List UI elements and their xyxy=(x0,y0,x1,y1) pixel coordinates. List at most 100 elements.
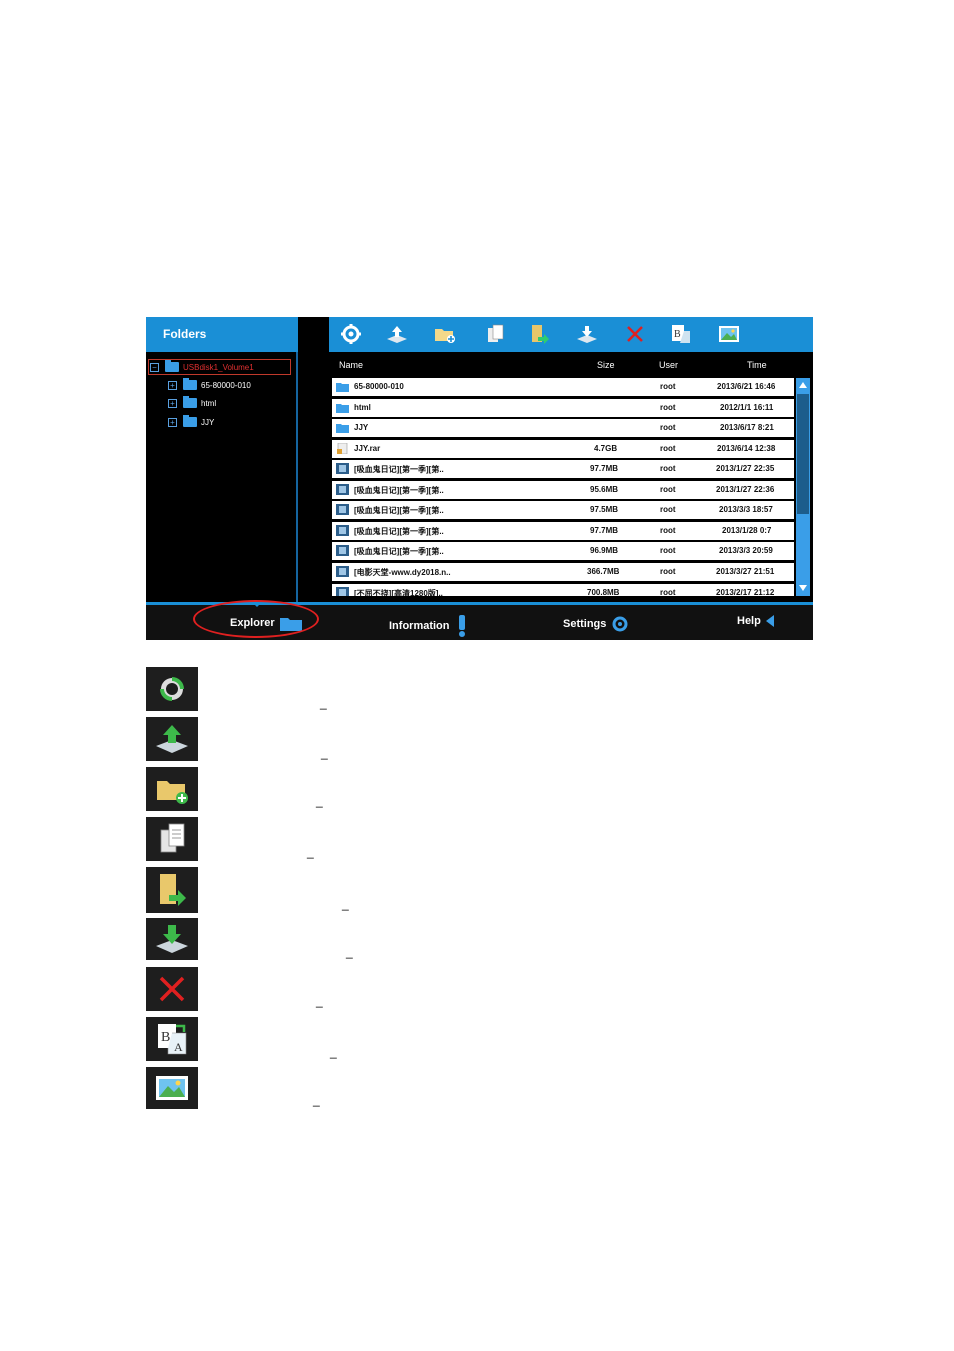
expand-icon[interactable]: + xyxy=(168,380,177,390)
nav-help-label: Help xyxy=(737,615,761,627)
table-row[interactable]: [吸血鬼日记][第一季][第.. 97.5MB root 2013/3/3 18… xyxy=(332,501,794,519)
toolbar: B xyxy=(329,317,813,352)
vertical-scrollbar[interactable] xyxy=(796,378,810,596)
tree-item-label: html xyxy=(201,398,217,408)
nav-information[interactable]: Information xyxy=(389,615,466,637)
nav-help[interactable]: Help xyxy=(737,615,774,627)
table-row[interactable]: JJY root 2013/6/17 8:21 xyxy=(332,419,794,437)
tree-item-jjy[interactable]: + JJY xyxy=(168,414,214,430)
nav-settings[interactable]: Settings xyxy=(563,615,629,633)
table-row[interactable]: [不屈不挠][高清1280版].. 700.8MB root 2013/2/17… xyxy=(332,584,794,596)
column-user[interactable]: User xyxy=(659,360,678,370)
file-name: html xyxy=(354,403,371,412)
file-time: 2013/3/3 20:59 xyxy=(719,546,773,555)
file-name: [吸血鬼日记][第一季][第.. xyxy=(354,486,444,495)
video-file-icon xyxy=(336,504,349,515)
table-row[interactable]: JJY.rar 4.7GB root 2013/6/14 12:38 xyxy=(332,440,794,458)
video-file-icon xyxy=(336,484,349,495)
table-row[interactable]: 65-80000-010 root 2013/6/21 16:46 xyxy=(332,378,794,396)
expand-icon[interactable]: + xyxy=(168,417,177,427)
legend-new-folder-icon xyxy=(146,767,198,811)
file-user: root xyxy=(660,464,676,473)
file-user: root xyxy=(660,588,676,596)
file-time: 2013/1/27 22:36 xyxy=(716,485,775,494)
file-time: 2012/1/1 16:11 xyxy=(720,403,774,412)
delete-icon[interactable] xyxy=(623,323,647,345)
table-row[interactable]: [吸血鬼日记][第一季][第.. 96.9MB root 2013/3/3 20… xyxy=(332,542,794,560)
tree-item-root[interactable]: − USBdisk1_Volume1 xyxy=(148,359,291,375)
video-file-icon xyxy=(336,566,349,577)
legend-preview-icon xyxy=(146,1067,198,1109)
file-size: 96.9MB xyxy=(590,546,619,555)
file-time: 2013/6/17 8:21 xyxy=(720,423,774,432)
file-time: 2013/6/14 12:38 xyxy=(717,444,776,453)
folder-icon xyxy=(183,415,197,427)
file-size: 700.8MB xyxy=(587,588,620,596)
file-user: root xyxy=(660,526,676,535)
legend-dash: _ xyxy=(320,696,327,710)
archive-icon xyxy=(337,443,348,454)
column-time[interactable]: Time xyxy=(747,360,767,370)
table-row[interactable]: [吸血鬼日记][第一季][第.. 97.7MB root 2013/1/27 2… xyxy=(332,460,794,478)
legend-dash: _ xyxy=(330,1045,337,1059)
file-name: [吸血鬼日记][第一季][第.. xyxy=(354,465,444,474)
scrollbar-thumb[interactable] xyxy=(797,394,809,514)
expand-icon[interactable]: + xyxy=(168,398,177,408)
folder-icon xyxy=(336,383,349,392)
rename-icon[interactable]: B xyxy=(669,323,693,345)
file-name: 65-80000-010 xyxy=(354,382,404,391)
svg-text:B: B xyxy=(674,329,681,340)
scroll-up-icon[interactable] xyxy=(799,382,807,388)
refresh-icon[interactable] xyxy=(339,323,363,345)
video-file-icon xyxy=(336,463,349,474)
nav-settings-label: Settings xyxy=(563,618,607,630)
folder-tree: − USBdisk1_Volume1 + 65-80000-010 + html… xyxy=(146,352,298,602)
file-user: root xyxy=(660,567,676,576)
column-name[interactable]: Name xyxy=(339,360,363,370)
column-size[interactable]: Size xyxy=(597,360,615,370)
legend-dash: _ xyxy=(316,794,323,808)
tree-item-label: 65-80000-010 xyxy=(201,380,251,390)
file-user: root xyxy=(660,382,676,391)
file-name: [吸血鬼日记][第一季][第.. xyxy=(354,547,444,556)
file-name: JJY xyxy=(354,423,369,432)
tree-item-label: USBdisk1_Volume1 xyxy=(183,362,254,372)
file-time: 2013/2/17 21:12 xyxy=(716,588,775,596)
file-size: 97.5MB xyxy=(590,505,619,514)
collapse-icon[interactable]: − xyxy=(150,362,159,372)
folder-icon xyxy=(183,396,197,408)
video-file-icon xyxy=(336,545,349,556)
tree-item-65-80000-010[interactable]: + 65-80000-010 xyxy=(168,377,251,393)
legend-dash: _ xyxy=(313,1093,320,1107)
file-list: Name Size User Time 65-80000-010 root 20… xyxy=(329,352,813,602)
tree-item-html[interactable]: + html xyxy=(168,395,216,411)
scroll-down-icon[interactable] xyxy=(799,585,807,591)
legend-download-icon xyxy=(146,918,198,960)
file-time: 2013/3/3 18:57 xyxy=(719,505,773,514)
download-icon[interactable] xyxy=(575,323,599,345)
folder-icon xyxy=(165,360,179,372)
folder-icon xyxy=(336,424,349,433)
nav-information-label: Information xyxy=(389,620,450,632)
preview-icon[interactable] xyxy=(717,323,741,345)
legend-refresh-icon xyxy=(146,667,198,711)
table-row[interactable]: [吸血鬼日记][第一季][第.. 95.6MB root 2013/1/27 2… xyxy=(332,481,794,499)
folders-header: Folders xyxy=(146,317,298,352)
upload-icon[interactable] xyxy=(385,323,409,345)
table-row[interactable]: [电影天堂-www.dy2018.n.. 366.7MB root 2013/3… xyxy=(332,563,794,581)
file-user: root xyxy=(660,444,676,453)
file-time: 2013/1/27 22:35 xyxy=(716,464,775,473)
legend-dash: _ xyxy=(346,945,353,959)
video-file-icon xyxy=(336,525,349,536)
file-time: 2013/6/21 16:46 xyxy=(717,382,776,391)
video-file-icon xyxy=(336,587,349,596)
copy-icon[interactable] xyxy=(484,323,508,345)
file-user: root xyxy=(660,546,676,555)
table-row[interactable]: html root 2012/1/1 16:11 xyxy=(332,399,794,417)
table-row[interactable]: [吸血鬼日记][第一季][第.. 97.7MB root 2013/1/28 0… xyxy=(332,522,794,540)
file-name: [电影天堂-www.dy2018.n.. xyxy=(354,568,451,577)
file-name: [吸血鬼日记][第一季][第.. xyxy=(354,527,444,536)
legend-dash: _ xyxy=(316,994,323,1008)
new-folder-icon[interactable] xyxy=(433,323,457,345)
move-icon[interactable] xyxy=(527,323,551,345)
